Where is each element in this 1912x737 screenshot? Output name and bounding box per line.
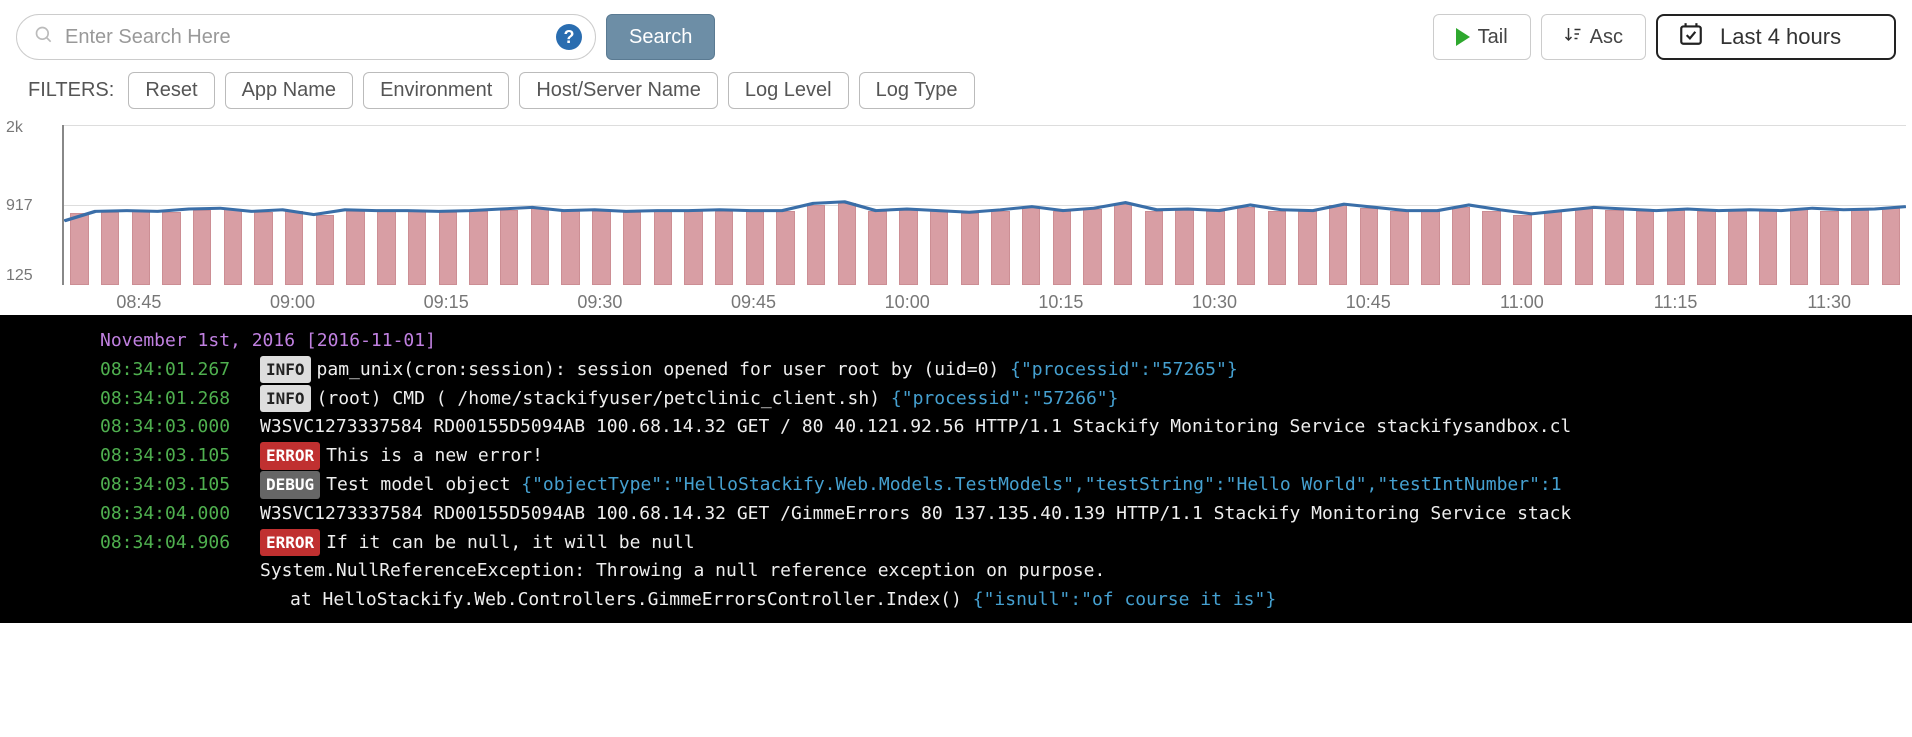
log-stack-line: System.NullReferenceException: Throwing … bbox=[0, 557, 1912, 586]
filter-log-type[interactable]: Log Type bbox=[859, 72, 975, 109]
x-tick: 11:15 bbox=[1599, 292, 1753, 313]
x-tick: 10:30 bbox=[1138, 292, 1292, 313]
log-row[interactable]: 08:34:03.105DEBUGTest model object {"obj… bbox=[0, 471, 1912, 500]
log-level-badge: ERROR bbox=[260, 442, 320, 470]
log-row[interactable]: 08:34:01.267INFOpam_unix(cron:session): … bbox=[0, 356, 1912, 385]
x-axis: 08:4509:0009:1509:3009:4510:0010:1510:30… bbox=[62, 292, 1906, 313]
x-tick: 09:15 bbox=[369, 292, 523, 313]
filters-label: FILTERS: bbox=[28, 79, 114, 102]
log-time: 08:34:01.267 bbox=[100, 356, 260, 385]
log-row[interactable]: 08:34:01.268INFO(root) CMD ( /home/stack… bbox=[0, 385, 1912, 414]
log-body: ERRORIf it can be null, it will be null bbox=[260, 529, 695, 558]
help-icon[interactable]: ? bbox=[556, 24, 582, 50]
time-range-select[interactable]: Last 4 hours bbox=[1656, 14, 1896, 60]
x-tick: 10:45 bbox=[1291, 292, 1445, 313]
filter-app-name[interactable]: App Name bbox=[225, 72, 354, 109]
log-time: 08:34:03.105 bbox=[100, 442, 260, 471]
log-panel: November 1st, 2016 [2016-11-01] 08:34:01… bbox=[0, 315, 1912, 623]
y-tick: 125 bbox=[6, 267, 33, 285]
calendar-icon bbox=[1678, 21, 1704, 53]
log-level-badge: DEBUG bbox=[260, 471, 320, 499]
log-row[interactable]: 08:34:03.105ERRORThis is a new error! bbox=[0, 442, 1912, 471]
log-row[interactable]: 08:34:04.000W3SVC1273337584 RD00155D5094… bbox=[0, 500, 1912, 529]
x-tick: 10:15 bbox=[984, 292, 1138, 313]
filter-environment[interactable]: Environment bbox=[363, 72, 509, 109]
play-icon bbox=[1456, 28, 1470, 46]
y-tick: 917 bbox=[6, 197, 33, 215]
log-level-badge: ERROR bbox=[260, 529, 320, 557]
chart-canvas[interactable] bbox=[62, 125, 1906, 285]
x-tick: 10:00 bbox=[830, 292, 984, 313]
sort-icon bbox=[1564, 25, 1582, 49]
log-level-badge: INFO bbox=[260, 356, 311, 384]
x-tick: 11:30 bbox=[1752, 292, 1906, 313]
top-bar: ? Search Tail Asc Last 4 hours bbox=[0, 0, 1912, 68]
search-button[interactable]: Search bbox=[606, 14, 715, 60]
asc-label: Asc bbox=[1590, 26, 1623, 49]
log-row[interactable]: 08:34:03.000W3SVC1273337584 RD00155D5094… bbox=[0, 413, 1912, 442]
filter-log-level[interactable]: Log Level bbox=[728, 72, 849, 109]
log-body: DEBUGTest model object {"objectType":"He… bbox=[260, 471, 1562, 500]
reset-button[interactable]: Reset bbox=[128, 72, 214, 109]
search-icon bbox=[34, 25, 54, 49]
log-body: W3SVC1273337584 RD00155D5094AB 100.68.14… bbox=[260, 413, 1571, 442]
log-body: W3SVC1273337584 RD00155D5094AB 100.68.14… bbox=[260, 500, 1571, 529]
filter-row: FILTERS: Reset App Name Environment Host… bbox=[0, 68, 1912, 119]
log-body: ERRORThis is a new error! bbox=[260, 442, 543, 471]
log-body: INFOpam_unix(cron:session): session open… bbox=[260, 356, 1238, 385]
filter-host[interactable]: Host/Server Name bbox=[519, 72, 718, 109]
log-time: 08:34:01.268 bbox=[100, 385, 260, 414]
log-time: 08:34:03.105 bbox=[100, 471, 260, 500]
y-tick: 2k bbox=[6, 119, 23, 137]
log-stack-line: at HelloStackify.Web.Controllers.GimmeEr… bbox=[0, 586, 1912, 615]
x-tick: 08:45 bbox=[62, 292, 216, 313]
chart-area: 2k 917 125 08:4509:0009:1509:3009:4510:0… bbox=[0, 119, 1912, 315]
log-time: 08:34:03.000 bbox=[100, 413, 260, 442]
x-tick: 11:00 bbox=[1445, 292, 1599, 313]
search-input[interactable] bbox=[16, 14, 596, 60]
search-wrap: ? bbox=[16, 14, 596, 60]
x-tick: 09:45 bbox=[677, 292, 831, 313]
x-tick: 09:30 bbox=[523, 292, 677, 313]
log-body: INFO(root) CMD ( /home/stackifyuser/petc… bbox=[260, 385, 1118, 414]
x-tick: 09:00 bbox=[216, 292, 370, 313]
asc-button[interactable]: Asc bbox=[1541, 14, 1646, 60]
log-level-badge: INFO bbox=[260, 385, 311, 413]
log-time: 08:34:04.000 bbox=[100, 500, 260, 529]
log-time: 08:34:04.906 bbox=[100, 529, 260, 558]
tail-label: Tail bbox=[1478, 26, 1508, 49]
time-range-label: Last 4 hours bbox=[1720, 24, 1841, 50]
tail-button[interactable]: Tail bbox=[1433, 14, 1531, 60]
log-date-header: November 1st, 2016 [2016-11-01] bbox=[0, 327, 1912, 356]
log-row[interactable]: 08:34:04.906ERRORIf it can be null, it w… bbox=[0, 529, 1912, 558]
